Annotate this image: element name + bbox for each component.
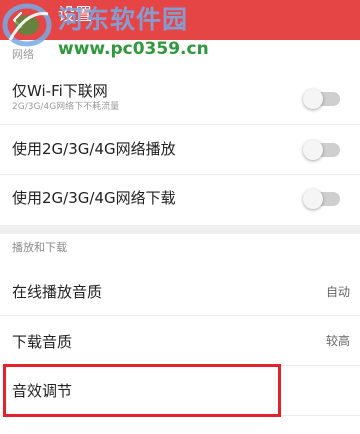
playback-section-label: 播放和下载 bbox=[12, 241, 67, 254]
watermark-url: www.pc0359.cn bbox=[58, 39, 209, 59]
setting-title: 使用2G/3G/4G网络下载 bbox=[12, 189, 176, 207]
network-section-label: 网络 bbox=[12, 48, 34, 61]
setting-row-download-quality[interactable]: 下载音质 较高 bbox=[0, 316, 360, 366]
watermark-logo-icon bbox=[2, 3, 52, 47]
section-divider bbox=[0, 225, 360, 234]
setting-row-wifi-only[interactable]: 仅Wi-Fi下联网 2G/3G/4G网络下不耗流量 bbox=[0, 70, 360, 125]
setting-title: 使用2G/3G/4G网络播放 bbox=[12, 140, 176, 158]
download-quality-value: 较高 bbox=[325, 334, 350, 348]
wifi-only-toggle[interactable] bbox=[303, 89, 340, 109]
toggle-knob bbox=[303, 189, 323, 209]
toggle-knob bbox=[303, 89, 323, 109]
highlight-annotation bbox=[3, 364, 281, 417]
online-quality-value: 自动 bbox=[325, 285, 350, 299]
setting-row-mobile-download[interactable]: 使用2G/3G/4G网络下载 bbox=[0, 175, 360, 225]
setting-title: 下载音质 bbox=[12, 333, 73, 351]
setting-title: 仅Wi-Fi下联网 bbox=[12, 82, 108, 100]
setting-row-online-quality[interactable]: 在线播放音质 自动 bbox=[0, 264, 360, 316]
mobile-download-toggle[interactable] bbox=[303, 189, 340, 209]
mobile-play-toggle[interactable] bbox=[303, 140, 340, 160]
setting-subtitle: 2G/3G/4G网络下不耗流量 bbox=[12, 102, 120, 112]
setting-title: 在线播放音质 bbox=[12, 283, 103, 301]
watermark-name: 河东软件园 bbox=[58, 5, 189, 34]
setting-row-mobile-play[interactable]: 使用2G/3G/4G网络播放 bbox=[0, 125, 360, 175]
toggle-knob bbox=[303, 140, 323, 160]
